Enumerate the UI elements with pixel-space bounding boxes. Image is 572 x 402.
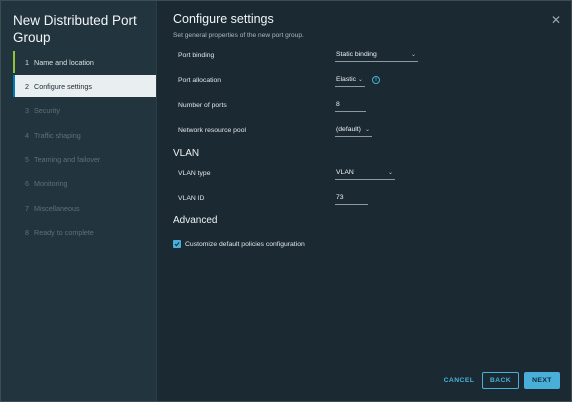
step-name-and-location[interactable]: 1 Name and location bbox=[13, 51, 156, 73]
port-binding-label: Port binding bbox=[178, 51, 215, 59]
back-button[interactable]: BACK bbox=[482, 372, 519, 389]
advanced-section-title: Advanced bbox=[173, 215, 218, 226]
vlan-type-row: VLAN type VLAN ⌄ bbox=[178, 166, 395, 180]
customize-policies-label: Customize default policies configuration bbox=[185, 240, 305, 248]
step-label: Monitoring bbox=[34, 179, 68, 189]
vlan-type-label: VLAN type bbox=[178, 169, 211, 177]
chevron-down-icon: ⌄ bbox=[410, 51, 416, 58]
port-allocation-row: Port allocation Elastic ⌄ i bbox=[178, 73, 380, 87]
page-subtitle: Set general properties of the new port g… bbox=[173, 32, 304, 39]
step-number: 4 bbox=[25, 130, 29, 140]
chevron-down-icon: ⌄ bbox=[387, 169, 393, 176]
step-configure-settings[interactable]: 2 Configure settings bbox=[13, 75, 156, 98]
step-number: 5 bbox=[25, 155, 29, 165]
step-number: 8 bbox=[25, 228, 29, 238]
next-button[interactable]: NEXT bbox=[524, 372, 560, 389]
info-icon[interactable]: i bbox=[372, 76, 380, 84]
port-binding-row: Port binding Static binding ⌄ bbox=[178, 48, 418, 62]
step-label: Traffic shaping bbox=[34, 130, 81, 140]
checkmark-icon bbox=[174, 242, 180, 247]
step-label: Teaming and failover bbox=[34, 155, 101, 165]
vlan-type-select[interactable]: VLAN ⌄ bbox=[335, 167, 395, 180]
number-of-ports-input[interactable] bbox=[335, 98, 366, 112]
step-label: Name and location bbox=[34, 57, 94, 67]
wizard-dialog: New Distributed Port Group 1 Name and lo… bbox=[0, 0, 572, 402]
number-of-ports-row: Number of ports bbox=[178, 98, 366, 112]
step-label: Ready to complete bbox=[34, 228, 94, 238]
step-security: 3 Security bbox=[13, 100, 156, 122]
page-title: Configure settings bbox=[173, 12, 274, 26]
step-number: 6 bbox=[25, 179, 29, 189]
vlan-id-label: VLAN ID bbox=[178, 194, 205, 202]
vlan-section-title: VLAN bbox=[173, 148, 200, 159]
wizard-sidebar: New Distributed Port Group 1 Name and lo… bbox=[1, 1, 157, 401]
port-allocation-select[interactable]: Elastic ⌄ bbox=[335, 74, 365, 87]
number-of-ports-label: Number of ports bbox=[178, 101, 227, 109]
cancel-button[interactable]: CANCEL bbox=[439, 372, 479, 389]
chevron-down-icon: ⌄ bbox=[357, 76, 363, 83]
vlan-id-row: VLAN ID bbox=[178, 191, 368, 205]
step-label: Miscellaneous bbox=[34, 203, 80, 213]
step-monitoring: 6 Monitoring bbox=[13, 173, 156, 195]
vlan-type-value: VLAN bbox=[336, 169, 354, 176]
step-miscellaneous: 7 Miscellaneous bbox=[13, 197, 156, 219]
network-resource-pool-value: (default) bbox=[336, 126, 361, 133]
step-number: 7 bbox=[25, 203, 29, 213]
step-label: Security bbox=[34, 106, 60, 116]
network-resource-pool-row: Network resource pool (default) ⌄ bbox=[178, 123, 372, 137]
port-allocation-value: Elastic bbox=[336, 76, 357, 83]
network-resource-pool-label: Network resource pool bbox=[178, 126, 246, 134]
step-ready-to-complete: 8 Ready to complete bbox=[13, 222, 156, 244]
port-binding-select[interactable]: Static binding ⌄ bbox=[335, 49, 418, 62]
vlan-id-input[interactable] bbox=[335, 191, 368, 205]
step-number: 1 bbox=[25, 57, 29, 67]
close-icon[interactable]: ✕ bbox=[549, 13, 563, 27]
step-traffic-shaping: 4 Traffic shaping bbox=[13, 124, 156, 146]
step-label: Configure settings bbox=[34, 81, 92, 91]
customize-policies-row: Customize default policies configuration bbox=[173, 240, 305, 248]
port-allocation-label: Port allocation bbox=[178, 76, 222, 84]
wizard-steps: 1 Name and location 2 Configure settings… bbox=[13, 51, 156, 246]
wizard-title: New Distributed Port Group bbox=[13, 13, 137, 45]
port-binding-value: Static binding bbox=[336, 51, 377, 58]
network-resource-pool-select[interactable]: (default) ⌄ bbox=[335, 124, 372, 137]
step-number: 2 bbox=[25, 81, 29, 91]
step-teaming-and-failover: 5 Teaming and failover bbox=[13, 149, 156, 171]
wizard-main: Configure settings Set general propertie… bbox=[157, 1, 571, 401]
step-number: 3 bbox=[25, 106, 29, 116]
chevron-down-icon: ⌄ bbox=[364, 126, 370, 133]
customize-policies-checkbox[interactable] bbox=[173, 240, 181, 248]
